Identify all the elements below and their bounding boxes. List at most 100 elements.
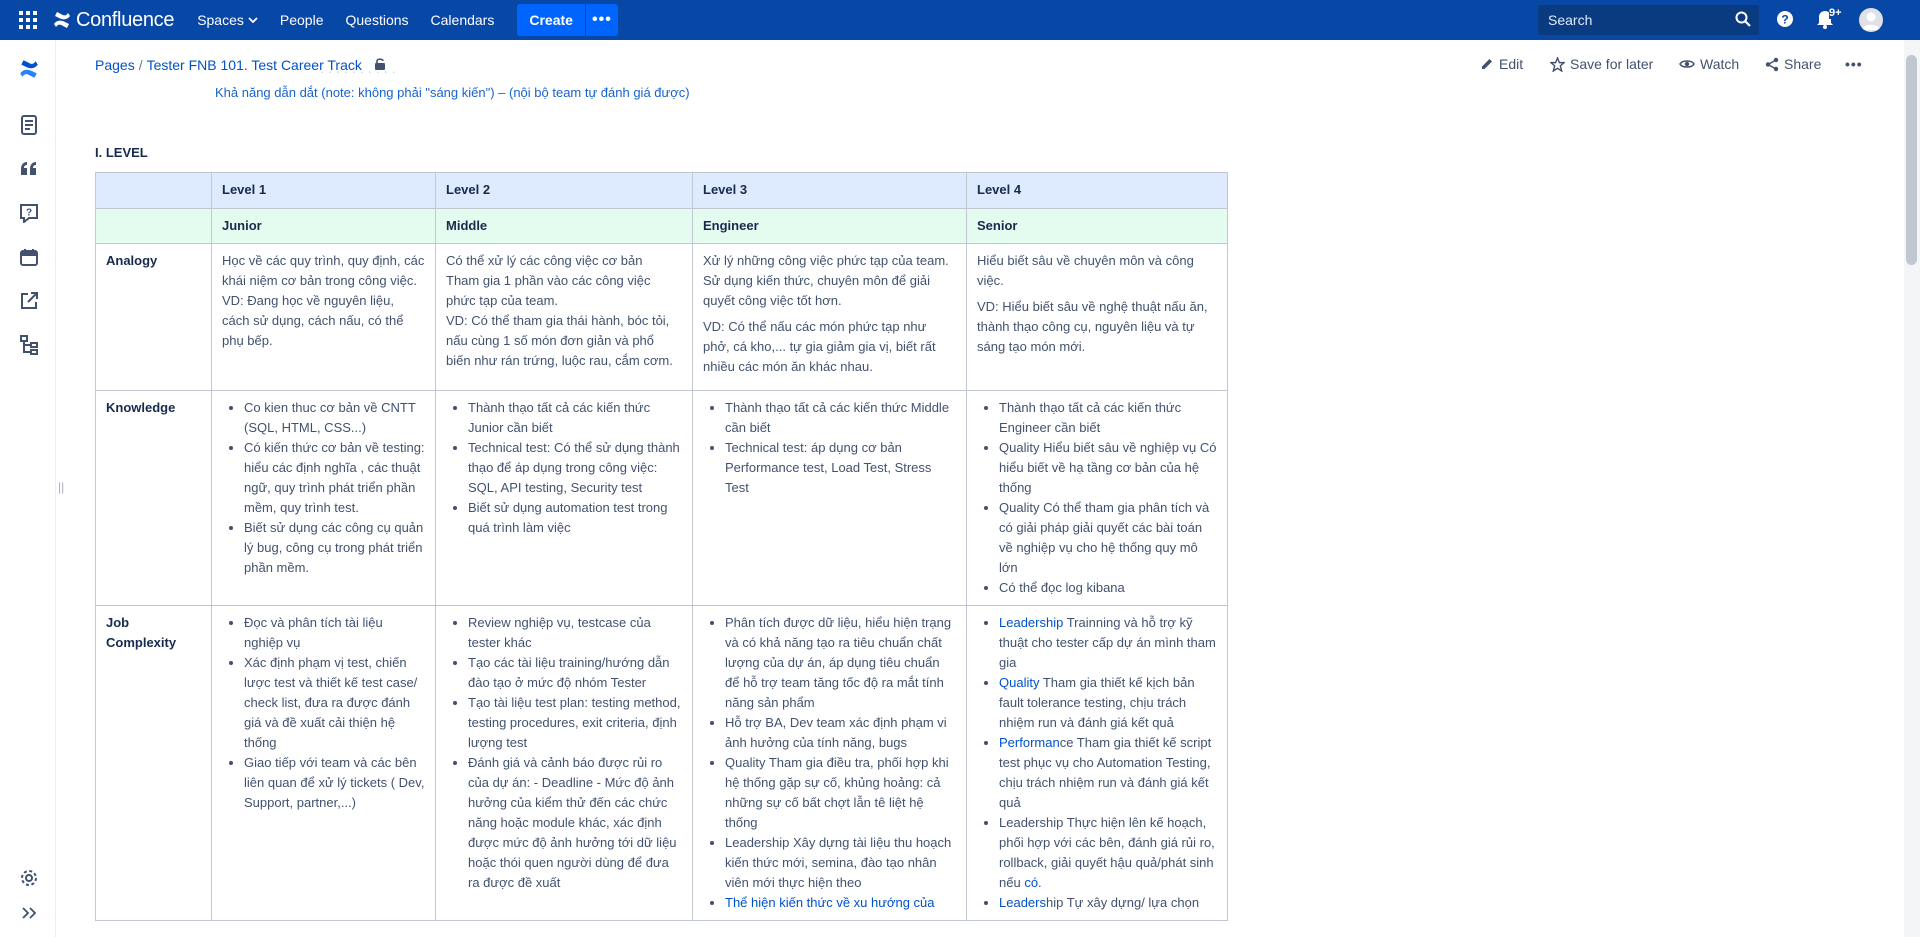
calendar-icon[interactable]	[18, 246, 40, 268]
list-item: Thành thạo tất cả các kiến thức Junior c…	[468, 398, 682, 438]
list-item-text: Thành thạo tất cả các kiến thức Junior c…	[468, 400, 651, 435]
settings-icon[interactable]	[18, 867, 40, 889]
nav-questions[interactable]: Questions	[334, 0, 419, 40]
list-item: Phân tích được dữ liệu, hiểu hiện trạng …	[725, 613, 956, 713]
nav-calendars[interactable]: Calendars	[420, 0, 506, 40]
unlock-icon[interactable]	[374, 57, 386, 73]
list-item-text: Thành thạo tất cả các kiến thức Engineer…	[999, 400, 1182, 435]
list-item: Đánh giá và cảnh báo được rủi ro của dự …	[468, 753, 682, 893]
bullet-list: Co kien thuc cơ bản về CNTT (SQL, HTML, …	[222, 398, 425, 578]
list-item: Đọc và phân tích tài liệu nghiệp vụ	[244, 613, 425, 653]
search-icon[interactable]	[1735, 11, 1751, 30]
keyword-link[interactable]: Leadership	[999, 615, 1063, 630]
chevron-down-icon	[248, 17, 258, 24]
cell-paragraph: Học về các quy trình, quy định, các khái…	[222, 253, 425, 348]
app-switcher-icon[interactable]	[8, 0, 48, 40]
list-item-text: Technical test: áp dụng cơ bản Performan…	[725, 440, 932, 495]
table-header-empty	[95, 208, 212, 244]
list-item: Xác định phạm vị test, chiến lược test v…	[244, 653, 425, 753]
table-header-level: Level 2	[435, 172, 693, 209]
left-sidebar: ?	[0, 40, 56, 937]
list-item-text: Đánh giá và cảnh báo được rủi ro của dự …	[468, 755, 677, 890]
scrollbar-thumb[interactable]	[1906, 55, 1917, 265]
table-header-title: Senior	[966, 208, 1228, 244]
keyword-link[interactable]: Performan	[999, 735, 1060, 750]
list-item-text: Có kiến thức cơ bản về testing: hiểu các…	[244, 440, 425, 515]
confluence-logo-icon[interactable]	[18, 58, 40, 80]
list-item: Quality Hiểu biết sâu về nghiệp vụ Có hi…	[999, 438, 1217, 498]
user-icon	[1862, 12, 1880, 30]
list-item-text: Tạo tài liệu test plan: testing method, …	[468, 695, 681, 750]
nav-people[interactable]: People	[269, 0, 335, 40]
table-header-title: Engineer	[692, 208, 967, 244]
keyword-link[interactable]: Quality	[999, 675, 1039, 690]
list-item: Thành thạo tất cả các kiến thức Middle c…	[725, 398, 956, 438]
table-cell: Thành thạo tất cả các kiến thức Engineer…	[966, 390, 1228, 606]
list-item: Hỗ trợ BA, Dev team xác định phạm vi ảnh…	[725, 713, 956, 753]
keyword-link[interactable]: Leaders	[999, 895, 1046, 910]
avatar[interactable]	[1859, 8, 1883, 32]
list-item: Giao tiếp với team và các bên liên quan …	[244, 753, 425, 813]
keyword-link[interactable]: có.	[1024, 875, 1041, 890]
save-for-later-button[interactable]: Save for later	[1550, 56, 1653, 72]
question-icon[interactable]: ?	[18, 202, 40, 224]
breadcrumb-separator: /	[138, 57, 143, 73]
list-item: Thể hiện kiến thức về xu hướng của	[725, 893, 956, 913]
breadcrumb-current[interactable]: Tester FNB 101. Test Career Track	[147, 57, 362, 73]
search-input[interactable]: Search	[1538, 5, 1759, 35]
list-item: Có thể đọc log kibana	[999, 578, 1217, 598]
nav-spaces[interactable]: Spaces	[186, 0, 269, 40]
sidebar-resize-handle[interactable]: ||	[58, 480, 64, 494]
help-icon[interactable]: ?	[1775, 9, 1795, 32]
list-item: Quality Tham gia thiết kế kịch bản fault…	[999, 673, 1217, 733]
share-button[interactable]: Share	[1765, 56, 1821, 72]
external-link-icon[interactable]	[18, 290, 40, 312]
share-icon	[1765, 57, 1779, 71]
table-header-level: Level 4	[966, 172, 1228, 209]
watch-button[interactable]: Watch	[1679, 56, 1739, 72]
expand-sidebar-icon[interactable]	[18, 902, 40, 924]
list-item: Technical test: áp dụng cơ bản Performan…	[725, 438, 956, 498]
save-for-later-label: Save for later	[1570, 56, 1654, 72]
star-icon	[1550, 56, 1565, 72]
table-row: Knowledge Co kien thuc cơ bản về CNTT (SQ…	[95, 390, 1228, 606]
more-actions-button[interactable]: •••	[1845, 56, 1863, 72]
pages-icon[interactable]	[18, 114, 40, 136]
list-item: Biết sử dụng automation test trong quá t…	[468, 498, 682, 538]
list-item-text: Quality Hiểu biết sâu về nghiệp vụ Có hi…	[999, 440, 1217, 495]
cell-paragraph: Có thể xử lý các công việc cơ bản Tham g…	[446, 253, 673, 368]
quote-icon[interactable]	[18, 158, 40, 180]
notification-count-badge: 9+	[1829, 7, 1842, 19]
table-cell: Đọc và phân tích tài liệu nghiệp vụ Xác đ…	[211, 605, 436, 921]
table-cell: Phân tích được dữ liệu, hiểu hiện trạng …	[692, 605, 967, 921]
list-item: Leadership Tự xây dựng/ lựa chọn	[999, 893, 1217, 913]
list-item-text: Hỗ trợ BA, Dev team xác định phạm vi ảnh…	[725, 715, 947, 750]
table-cell: Review nghiệp vụ, testcase của tester kh…	[435, 605, 693, 921]
list-item-text: Xác định phạm vị test, chiến lược test v…	[244, 655, 418, 750]
tree-icon[interactable]	[18, 334, 40, 356]
table-cell: Leadership Trainning và hỗ trợ kỹ thuật …	[966, 605, 1228, 921]
top-navigation: Confluence Spaces People Questions Calen…	[0, 0, 1920, 40]
list-item-text: Leadership Xây dựng tài liệu thu hoạch k…	[725, 835, 952, 890]
bullet-list: Thành thạo tất cả các kiến thức Engineer…	[977, 398, 1217, 598]
row-label: Analogy	[95, 243, 212, 391]
list-item-text: Quality Tham gia điều tra, phối hợp khi …	[725, 755, 949, 830]
create-more-button[interactable]: •••	[585, 4, 618, 36]
list-item: Có kiến thức cơ bản về testing: hiểu các…	[244, 438, 425, 518]
leadership-note: Khả năng dẫn dắt (note: không phải "sáng…	[215, 85, 690, 100]
list-item-text: Phân tích được dữ liệu, hiểu hiện trạng …	[725, 615, 952, 710]
table-cell: Có thể xử lý các công việc cơ bản Tham g…	[435, 243, 693, 391]
table-cell: Thành thạo tất cả các kiến thức Middle c…	[692, 390, 967, 606]
breadcrumb-pages[interactable]: Pages	[95, 57, 135, 73]
table-cell: Học về các quy trình, quy định, các khái…	[211, 243, 436, 391]
edit-button[interactable]: Edit	[1480, 56, 1523, 72]
list-item: Thành thạo tất cả các kiến thức Engineer…	[999, 398, 1217, 438]
list-item-text: Technical test: Có thể sử dụng thành thạ…	[468, 440, 680, 495]
share-label: Share	[1784, 56, 1822, 72]
list-item-text: Biết sử dụng các công cụ quản lý bug, cô…	[244, 520, 424, 575]
watch-label: Watch	[1700, 56, 1740, 72]
table-header-level: Level 3	[692, 172, 967, 209]
keyword-link[interactable]: Thể hiện kiến thức về xu hướng của	[725, 895, 935, 910]
create-button[interactable]: Create	[517, 4, 585, 36]
confluence-logo[interactable]: Confluence	[52, 9, 174, 32]
